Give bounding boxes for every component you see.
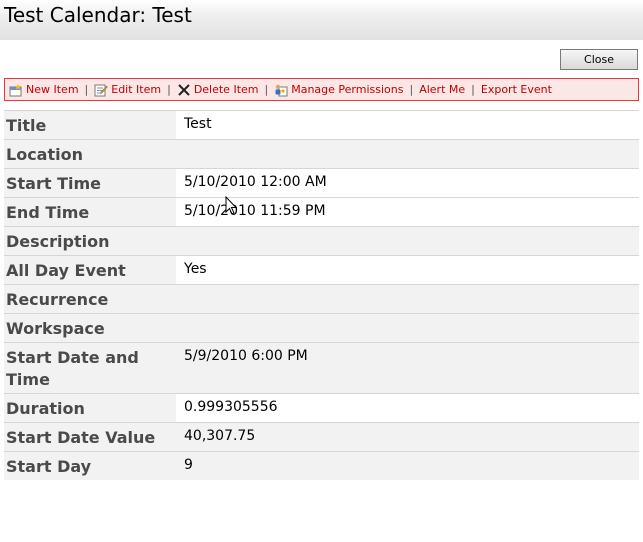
field-label: Location (4, 140, 176, 168)
field-value: 9 (176, 452, 639, 480)
title-bar: Test Calendar: Test (0, 0, 643, 40)
export-event-label: Export Event (480, 83, 552, 96)
field-label: All Day Event (4, 256, 176, 284)
table-row: Workspace (4, 313, 639, 342)
delete-item-button[interactable]: Delete Item (177, 83, 259, 97)
manage-permissions-label: Manage Permissions (291, 83, 404, 96)
field-label: Workspace (4, 314, 176, 342)
table-row: Duration 0.999305556 (4, 393, 639, 422)
new-item-label: New Item (26, 83, 79, 96)
item-properties-table: Title Test Location Start Time 5/10/2010… (4, 110, 639, 480)
field-label: Recurrence (4, 285, 176, 313)
field-value (176, 285, 639, 313)
field-value (176, 227, 639, 255)
toolbar-separator: | (84, 83, 89, 96)
export-event-button[interactable]: Export Event (481, 83, 552, 96)
table-row: Start Date and Time 5/9/2010 6:00 PM (4, 342, 639, 393)
toolbar-separator: | (409, 83, 414, 96)
table-row: Location (4, 139, 639, 168)
field-value: Test (176, 111, 639, 139)
manage-permissions-button[interactable]: Manage Permissions (274, 83, 403, 97)
item-toolbar: New Item | Edit Item | Delete Item | Man… (4, 78, 639, 101)
toolbar-separator: | (471, 83, 475, 96)
new-item-icon (9, 83, 22, 96)
field-label: Duration (4, 394, 176, 422)
field-label: Start Day (4, 452, 176, 480)
field-label: Description (4, 227, 176, 255)
manage-permissions-icon (275, 84, 288, 96)
field-value: Yes (176, 256, 639, 284)
table-row: Start Time 5/10/2010 12:00 AM (4, 168, 639, 197)
mouse-cursor-icon (225, 196, 238, 215)
table-row: Start Date Value 40,307.75 (4, 422, 639, 451)
field-label: Start Time (4, 169, 176, 197)
field-value: 5/10/2010 12:00 AM (176, 169, 639, 197)
field-value: 5/9/2010 6:00 PM (176, 343, 639, 393)
field-value: 0.999305556 (176, 394, 639, 422)
toolbar-separator: | (167, 83, 171, 96)
alert-me-label: Alert Me (419, 83, 466, 96)
field-value (176, 314, 639, 342)
field-value (176, 140, 639, 168)
new-item-button[interactable]: New Item (9, 83, 79, 97)
field-value: 40,307.75 (176, 423, 639, 451)
delete-item-icon (178, 83, 190, 96)
field-label: End Time (4, 198, 176, 226)
table-row: Title Test (4, 110, 639, 139)
alert-me-button[interactable]: Alert Me (419, 83, 465, 96)
table-row: Description (4, 226, 639, 255)
table-row: End Time 5/10/2010 11:59 PM (4, 197, 639, 226)
field-label: Title (4, 111, 176, 139)
edit-item-button[interactable]: Edit Item (94, 83, 161, 97)
page-title: Test Calendar: Test (4, 3, 192, 27)
edit-item-icon (94, 84, 109, 96)
field-value: 5/10/2010 11:59 PM (176, 198, 639, 226)
field-label: Start Date Value (4, 423, 176, 451)
table-row: Start Day 9 (4, 451, 639, 480)
table-row: All Day Event Yes (4, 255, 639, 284)
toolbar-separator: | (264, 83, 269, 96)
delete-item-label: Delete Item (193, 83, 259, 96)
edit-item-label: Edit Item (111, 83, 162, 96)
table-row: Recurrence (4, 284, 639, 313)
field-label: Start Date and Time (4, 343, 176, 393)
close-button[interactable]: Close (560, 49, 638, 70)
